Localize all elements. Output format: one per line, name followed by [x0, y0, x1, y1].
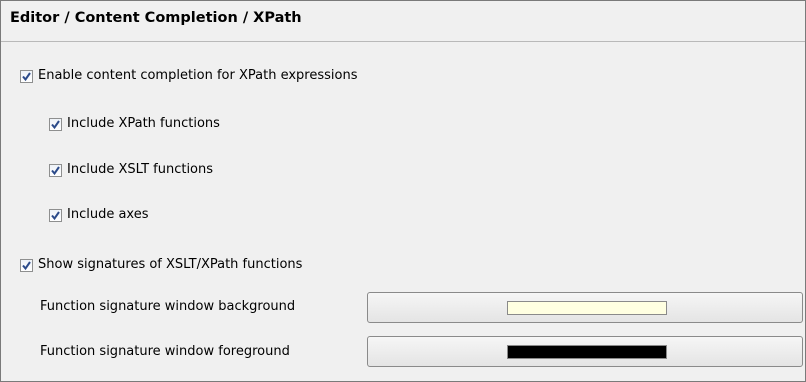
include-xslt-functions-checkbox[interactable]: [49, 163, 62, 177]
show-signatures-checkbox[interactable]: [20, 258, 33, 272]
preferences-panel: Editor / Content Completion / XPath Enab…: [0, 0, 806, 382]
foreground-color-button[interactable]: [367, 336, 803, 367]
include-xslt-functions-label: Include XSLT functions: [67, 162, 214, 177]
include-axes-label: Include axes: [67, 207, 149, 222]
show-signatures-label: Show signatures of XSLT/XPath functions: [38, 257, 303, 272]
checkmark-icon: [51, 210, 60, 220]
include-axes-option[interactable]: Include axes: [49, 205, 149, 225]
page-title: Editor / Content Completion / XPath: [10, 10, 302, 26]
enable-completion-option[interactable]: Enable content completion for XPath expr…: [20, 66, 357, 86]
include-xslt-functions-option[interactable]: Include XSLT functions: [49, 160, 213, 180]
include-axes-checkbox[interactable]: [49, 208, 62, 222]
enable-completion-label: Enable content completion for XPath expr…: [38, 68, 358, 83]
include-xpath-functions-label: Include XPath functions: [67, 116, 220, 131]
background-color-button[interactable]: [367, 292, 803, 323]
include-xpath-functions-checkbox[interactable]: [49, 117, 62, 131]
checkmark-icon: [51, 165, 60, 175]
show-signatures-option[interactable]: Show signatures of XSLT/XPath functions: [20, 255, 302, 275]
background-color-swatch: [507, 301, 667, 315]
checkmark-icon: [51, 119, 60, 129]
include-xpath-functions-option[interactable]: Include XPath functions: [49, 114, 220, 134]
checkmark-icon: [22, 71, 31, 81]
background-color-label: Function signature window background: [40, 299, 296, 314]
title-divider: [1, 41, 805, 42]
foreground-color-swatch: [507, 345, 667, 359]
foreground-color-label: Function signature window foreground: [40, 344, 290, 359]
enable-completion-checkbox[interactable]: [20, 69, 33, 83]
checkmark-icon: [22, 260, 31, 270]
